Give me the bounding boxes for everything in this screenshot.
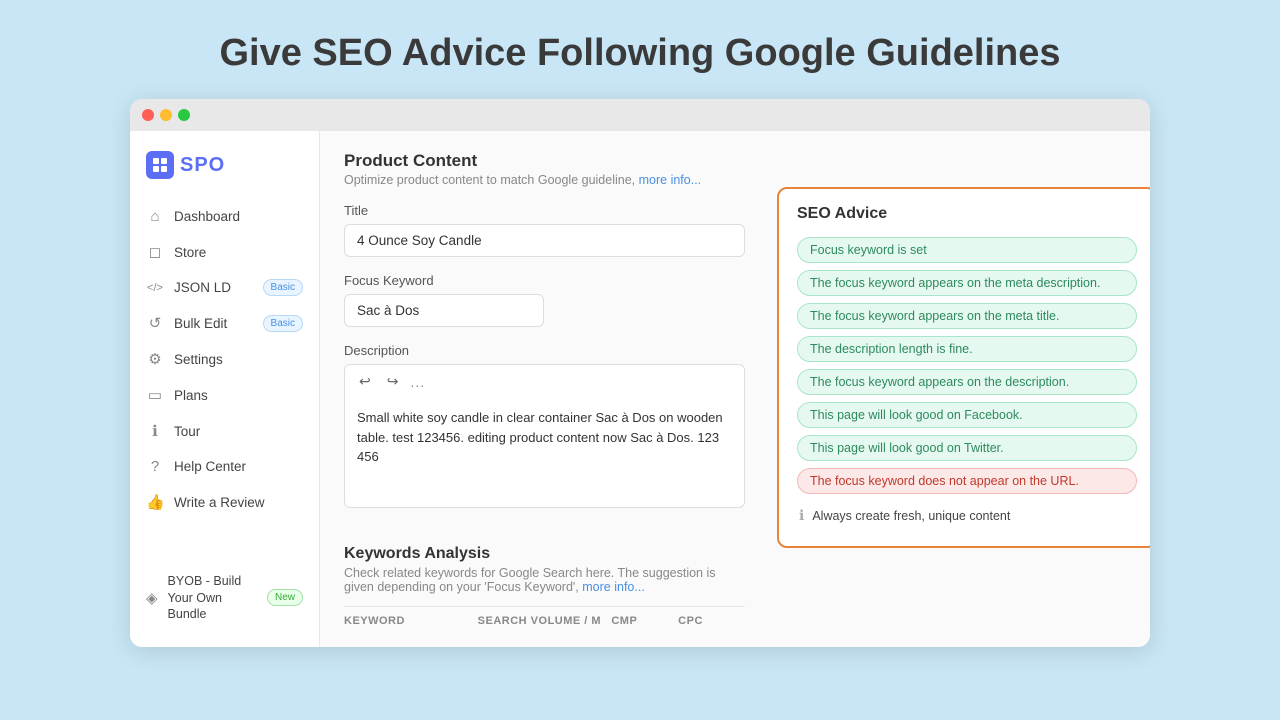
dot-green[interactable] — [178, 109, 190, 121]
advice-item-0: Focus keyword is set — [797, 237, 1137, 263]
product-content-more-link[interactable]: more info... — [639, 173, 702, 187]
sidebar-label-bulk-edit: Bulk Edit — [174, 316, 227, 331]
keywords-more-link[interactable]: more info... — [582, 580, 645, 594]
keywords-section: Keywords Analysis Check related keywords… — [344, 529, 745, 627]
col-cpc: CPC — [678, 615, 745, 627]
undo-button[interactable]: ↩ — [355, 371, 375, 392]
redo-button[interactable]: ↪ — [383, 371, 403, 392]
sidebar-item-settings[interactable]: ⚙ Settings — [130, 341, 319, 377]
description-group: Description ↩ ↪ ... Small white soy cand… — [344, 343, 745, 513]
description-textarea[interactable]: Small white soy candle in clear containe… — [344, 398, 745, 508]
sidebar-logo: SPO — [130, 147, 319, 199]
advice-item-6: This page will look good on Twitter. — [797, 435, 1137, 461]
toolbar-more: ... — [410, 374, 425, 390]
sidebar-label-tour: Tour — [174, 424, 200, 439]
sidebar-item-bulk-edit[interactable]: ↺ Bulk Edit Basic — [130, 305, 319, 341]
advice-info: ℹ Always create fresh, unique content — [797, 501, 1137, 530]
dot-red[interactable] — [142, 109, 154, 121]
badge-basic-bulk: Basic — [263, 315, 303, 332]
description-toolbar: ↩ ↪ ... — [344, 364, 745, 398]
thumb-icon: 👍 — [146, 493, 164, 511]
keywords-title: Keywords Analysis — [344, 545, 745, 563]
badge-basic-jsonld: Basic — [263, 279, 303, 296]
advice-item-2: The focus keyword appears on the meta ti… — [797, 303, 1137, 329]
sidebar-label-json-ld: JSON LD — [174, 280, 231, 295]
browser-window: SPO ⌂ Dashboard ◻ Store </> JSON LD Basi… — [130, 99, 1150, 647]
product-content-title: Product Content — [344, 151, 1126, 171]
plans-icon: ▭ — [146, 386, 164, 404]
focus-keyword-input[interactable] — [344, 294, 544, 327]
sidebar-item-store[interactable]: ◻ Store — [130, 234, 319, 270]
logo-icon — [146, 151, 174, 179]
browser-titlebar — [130, 99, 1150, 131]
sidebar-label-store: Store — [174, 245, 206, 260]
advice-item-1: The focus keyword appears on the meta de… — [797, 270, 1137, 296]
title-group: Title — [344, 203, 745, 257]
sidebar-item-json-ld[interactable]: </> JSON LD Basic — [130, 270, 319, 305]
keywords-table-header: KEYWORD SEARCH VOLUME / M CMP CPC — [344, 606, 745, 627]
store-icon: ◻ — [146, 243, 164, 261]
sidebar: SPO ⌂ Dashboard ◻ Store </> JSON LD Basi… — [130, 131, 320, 647]
tour-icon: ℹ — [146, 422, 164, 440]
code-icon: </> — [146, 282, 164, 294]
sidebar-label-help-center: Help Center — [174, 459, 246, 474]
advice-info-text: Always create fresh, unique content — [812, 509, 1010, 523]
advice-item-7: The focus keyword does not appear on the… — [797, 468, 1137, 494]
bulk-edit-icon: ↺ — [146, 314, 164, 332]
sidebar-label-byob: BYOB - Build Your Own Bundle — [168, 573, 257, 622]
sidebar-item-dashboard[interactable]: ⌂ Dashboard — [130, 199, 319, 234]
col-keyword: KEYWORD — [344, 615, 478, 627]
settings-icon: ⚙ — [146, 350, 164, 368]
seo-panel-title: SEO Advice — [797, 205, 1137, 223]
sidebar-item-plans[interactable]: ▭ Plans — [130, 377, 319, 413]
sidebar-item-byob[interactable]: ◈ BYOB - Build Your Own Bundle New — [130, 564, 319, 631]
sidebar-label-dashboard: Dashboard — [174, 209, 240, 224]
browser-body: SPO ⌂ Dashboard ◻ Store </> JSON LD Basi… — [130, 131, 1150, 647]
col-cmp: CMP — [611, 615, 678, 627]
col-volume: SEARCH VOLUME / M — [478, 615, 612, 627]
sidebar-label-settings: Settings — [174, 352, 223, 367]
title-label: Title — [344, 203, 745, 218]
main-with-seo: Title Focus Keyword Description ↩ ↪ ... — [344, 187, 1126, 627]
advice-item-4: The focus keyword appears on the descrip… — [797, 369, 1137, 395]
logo-text: SPO — [180, 154, 225, 177]
advice-item-3: The description length is fine. — [797, 336, 1137, 362]
seo-side: SEO Advice Focus keyword is set The focu… — [761, 187, 1126, 627]
page-heading: Give SEO Advice Following Google Guideli… — [219, 32, 1060, 75]
left-content: Title Focus Keyword Description ↩ ↪ ... — [344, 187, 745, 627]
info-icon: ℹ — [799, 507, 804, 524]
sidebar-label-write-review: Write a Review — [174, 495, 265, 510]
title-input[interactable] — [344, 224, 745, 257]
main-content: Product Content Optimize product content… — [320, 131, 1150, 647]
product-content-header: Product Content Optimize product content… — [344, 151, 1126, 187]
help-icon: ? — [146, 458, 164, 475]
product-content-subtitle: Optimize product content to match Google… — [344, 173, 1126, 187]
home-icon: ⌂ — [146, 208, 164, 225]
description-label: Description — [344, 343, 745, 358]
sidebar-item-help-center[interactable]: ? Help Center — [130, 449, 319, 484]
sidebar-item-tour[interactable]: ℹ Tour — [130, 413, 319, 449]
sidebar-item-write-review[interactable]: 👍 Write a Review — [130, 484, 319, 520]
byob-icon: ◈ — [146, 589, 158, 607]
dot-yellow[interactable] — [160, 109, 172, 121]
sidebar-label-plans: Plans — [174, 388, 208, 403]
focus-keyword-label: Focus Keyword — [344, 273, 745, 288]
keywords-desc: Check related keywords for Google Search… — [344, 566, 745, 594]
focus-keyword-group: Focus Keyword — [344, 273, 745, 327]
advice-item-5: This page will look good on Facebook. — [797, 402, 1137, 428]
seo-panel: SEO Advice Focus keyword is set The focu… — [777, 187, 1150, 548]
badge-new-byob: New — [267, 589, 303, 606]
